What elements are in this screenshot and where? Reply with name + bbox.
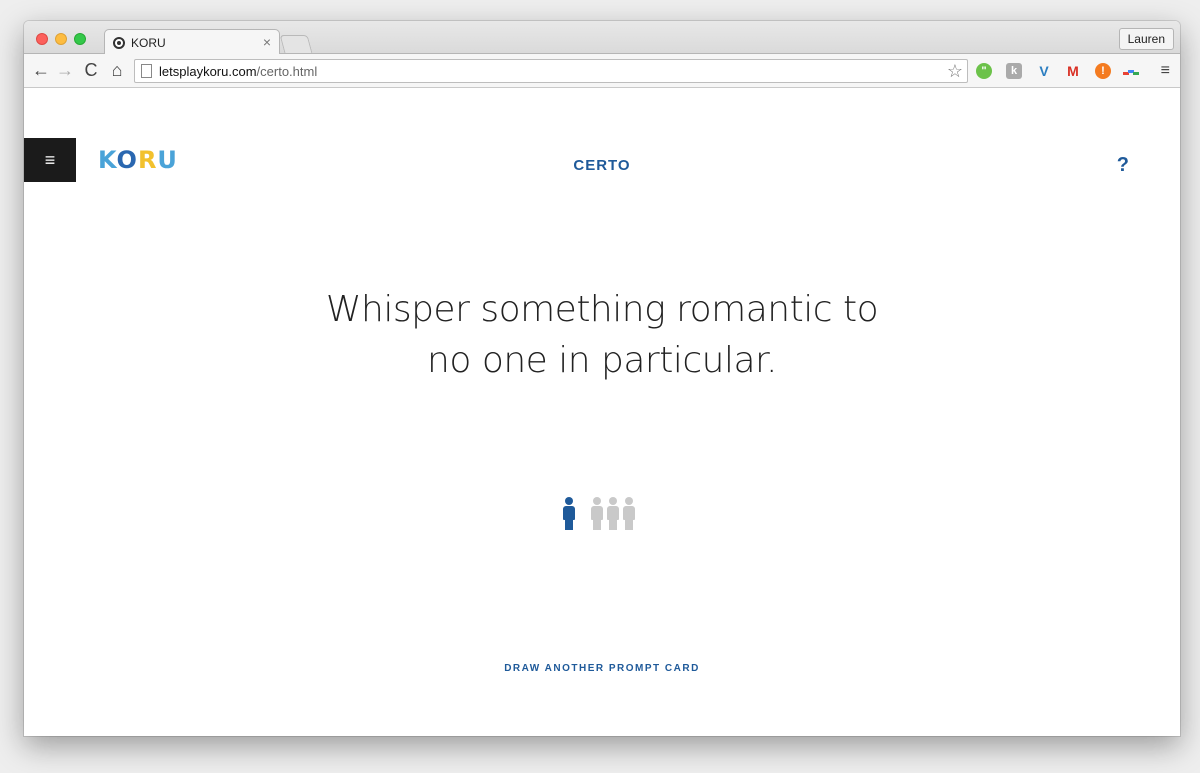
new-tab-button[interactable] bbox=[279, 35, 313, 53]
rainbow-extension-icon[interactable] bbox=[1123, 63, 1139, 79]
profile-button[interactable]: Lauren bbox=[1118, 28, 1174, 50]
browser-tab[interactable]: KORU × bbox=[104, 29, 280, 55]
minimize-window-button[interactable] bbox=[55, 33, 67, 45]
help-button[interactable]: ? bbox=[1117, 154, 1129, 177]
player-count-indicator bbox=[562, 497, 642, 531]
back-arrow-icon[interactable]: ← bbox=[30, 59, 52, 81]
prompt-line-2: no one in particular. bbox=[427, 340, 777, 381]
tab-close-icon[interactable]: × bbox=[263, 34, 271, 50]
extension-icon[interactable]: k bbox=[1006, 63, 1022, 79]
forward-arrow-icon[interactable]: → bbox=[54, 59, 76, 81]
prompt-card-text: Whisper something romantic to no one in … bbox=[24, 284, 1180, 386]
url-text: letsplaykoru.com/certo.html bbox=[159, 64, 317, 79]
browser-window: KORU × Lauren ← → C ⌂ letsplaykoru.com/c… bbox=[24, 21, 1180, 736]
url-path: /certo.html bbox=[256, 64, 318, 79]
person-icon-inactive bbox=[622, 497, 636, 531]
zoom-window-button[interactable] bbox=[74, 33, 86, 45]
person-icon-active bbox=[562, 497, 576, 531]
koru-favicon-icon bbox=[113, 37, 125, 49]
browser-menu-icon[interactable]: ≡ bbox=[1161, 61, 1170, 81]
hangouts-extension-icon[interactable]: " bbox=[976, 63, 992, 79]
address-bar[interactable]: letsplaykoru.com/certo.html ☆ bbox=[134, 59, 968, 83]
page-title: CERTO bbox=[573, 157, 631, 174]
page-content: ≡ KORU CERTO ? Whisper something romanti… bbox=[24, 88, 1180, 736]
prompt-line-1: Whisper something romantic to bbox=[325, 289, 879, 330]
vimeo-extension-icon[interactable]: V bbox=[1036, 63, 1052, 79]
home-icon[interactable]: ⌂ bbox=[106, 59, 128, 81]
person-icon-inactive bbox=[590, 497, 604, 531]
draw-another-card-link[interactable]: DRAW ANOTHER PROMPT CARD bbox=[24, 663, 1180, 674]
tab-strip: KORU × Lauren bbox=[24, 21, 1180, 55]
alert-extension-icon[interactable]: ! bbox=[1095, 63, 1111, 79]
tab-title: KORU bbox=[131, 36, 166, 50]
reload-icon[interactable]: C bbox=[80, 59, 102, 81]
browser-toolbar: ← → C ⌂ letsplaykoru.com/certo.html ☆ " … bbox=[24, 54, 1180, 88]
gmail-extension-icon[interactable]: M bbox=[1065, 63, 1081, 79]
close-window-button[interactable] bbox=[36, 33, 48, 45]
page-icon bbox=[141, 64, 152, 78]
bookmark-star-icon[interactable]: ☆ bbox=[947, 61, 963, 81]
url-host: letsplaykoru.com bbox=[159, 64, 257, 79]
person-icon-inactive bbox=[606, 497, 620, 531]
